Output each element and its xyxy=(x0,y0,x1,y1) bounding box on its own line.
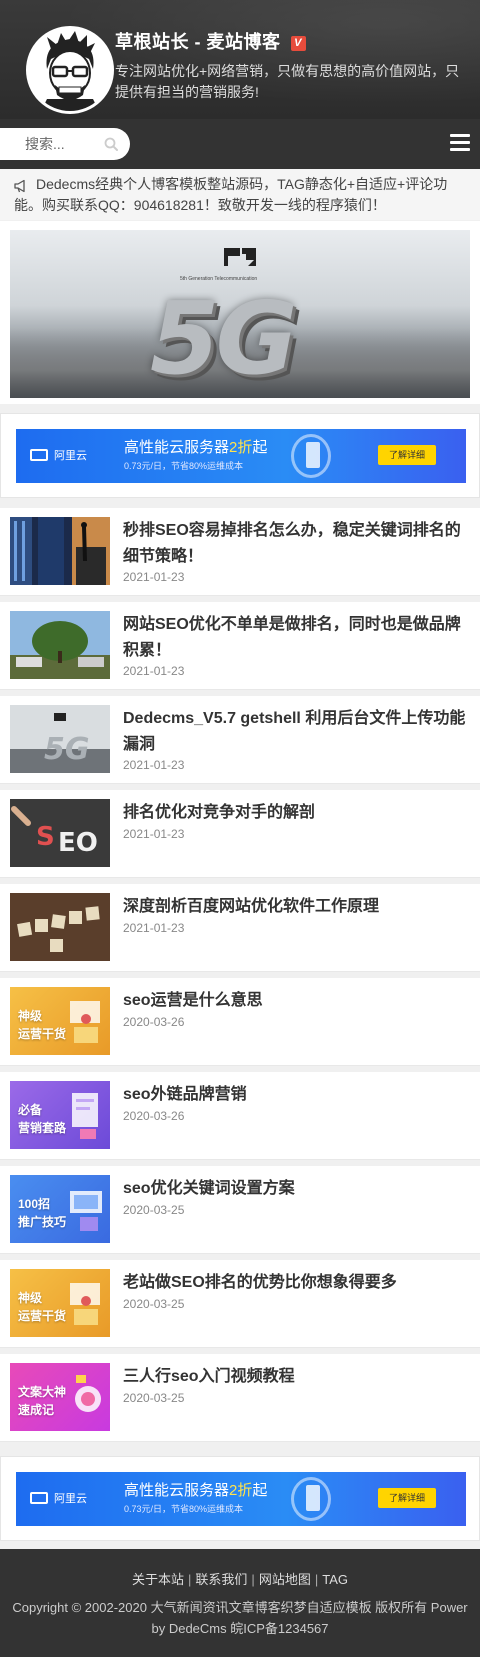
ad-subtitle: 0.73元/日，节省80%运维成本 xyxy=(124,1504,244,1514)
article-title[interactable]: 三人行seo入门视频教程 xyxy=(123,1364,468,1390)
thumbnail-label: 文案大神 速成记 xyxy=(18,1385,67,1417)
site-title[interactable]: 草根站长 - 麦站博客 V xyxy=(115,28,306,54)
thumbnail-label: 100招 推广技巧 xyxy=(18,1197,67,1229)
article-title[interactable]: seo外链品牌营销 xyxy=(123,1082,468,1108)
thumbnail-label: 必备 营销套路 xyxy=(18,1103,67,1135)
footer-separator: | xyxy=(188,1572,192,1587)
footer-separator: | xyxy=(251,1572,255,1587)
article-item[interactable]: 神级 运营干货 老站做SEO排名的优势比你想象得要多 2020-03-25 xyxy=(0,1260,480,1348)
article-thumbnail[interactable] xyxy=(10,893,110,961)
ad-learn-more-button[interactable]: 了解详细 xyxy=(378,445,436,465)
ad-card-top: 阿里云 高性能云服务器2折起 0.73元/日，节省80%运维成本 了解详细 xyxy=(0,413,480,498)
footer-link-about[interactable]: 关于本站 xyxy=(132,1572,184,1587)
banner-5g-text: 5G xyxy=(150,280,298,397)
article-thumbnail[interactable]: 100招 推广技巧 xyxy=(10,1175,110,1243)
banner-section: 5th Generation Telecommunication 5G xyxy=(0,221,480,404)
article-thumbnail[interactable]: 文案大神 速成记 xyxy=(10,1363,110,1431)
announcement-text[interactable]: Dedecms经典个人博客模板整站源码，TAG静态化+自适应+评论功能。购买联系… xyxy=(14,174,466,216)
article-item[interactable]: S EO 排名优化对竞争对手的解剖 2021-01-23 xyxy=(0,790,480,878)
ad-title: 高性能云服务器2折起 xyxy=(124,439,268,456)
svg-text:5G: 5G xyxy=(44,732,90,767)
ad-subtitle: 0.73元/日，节省80%运维成本 xyxy=(124,461,244,471)
aliyun-ad-banner[interactable]: 阿里云 高性能云服务器2折起 0.73元/日，节省80%运维成本 了解详细 xyxy=(16,1472,466,1526)
announcement-bar: Dedecms经典个人博客模板整站源码，TAG静态化+自适应+评论功能。购买联系… xyxy=(0,169,480,220)
ad-learn-more-button[interactable]: 了解详细 xyxy=(378,1488,436,1508)
ad-title: 高性能云服务器2折起 xyxy=(124,1482,268,1499)
article-item[interactable]: 网站SEO优化不单单是做排名，同时也是做品牌积累！ 2021-01-23 xyxy=(0,602,480,690)
article-date: 2021-01-23 xyxy=(123,758,185,772)
article-date: 2021-01-23 xyxy=(123,921,185,935)
article-title[interactable]: seo优化关键词设置方案 xyxy=(123,1176,468,1202)
footer-links: 关于本站 | 联系我们 | 网站地图 | TAG xyxy=(0,1569,480,1588)
thumbnail-label: 神级 运营干货 xyxy=(18,1009,67,1041)
banner-logo-icon xyxy=(224,248,256,266)
aliyun-logo-icon xyxy=(30,449,48,461)
article-title[interactable]: 排名优化对竞争对手的解剖 xyxy=(123,800,468,826)
article-item[interactable]: 秒排SEO容易掉排名怎么办，稳定关键词排名的细节策略！ 2021-01-23 xyxy=(0,508,480,596)
thumbnail-label: 神级 运营干货 xyxy=(18,1291,67,1323)
article-title[interactable]: 老站做SEO排名的优势比你想象得要多 xyxy=(123,1270,468,1296)
ad-brand: 阿里云 xyxy=(54,1493,87,1505)
article-thumbnail[interactable]: S EO xyxy=(10,799,110,867)
article-title[interactable]: seo运营是什么意思 xyxy=(123,988,468,1014)
article-item[interactable]: 100招 推广技巧 seo优化关键词设置方案 2020-03-25 xyxy=(0,1166,480,1254)
site-description: 专注网站优化+网络营销，只做有思想的高价值网站，只提供有担当的营销服务! xyxy=(115,63,460,100)
article-date: 2021-01-23 xyxy=(123,664,185,678)
aliyun-logo-icon xyxy=(30,1492,48,1504)
article-date: 2020-03-26 xyxy=(123,1109,185,1123)
svg-text:EO: EO xyxy=(58,828,98,858)
hamburger-menu-icon[interactable] xyxy=(450,134,470,152)
search-bar xyxy=(0,119,480,169)
article-thumbnail[interactable] xyxy=(10,517,110,585)
search-box xyxy=(0,128,130,160)
footer-link-tag[interactable]: TAG xyxy=(322,1572,348,1587)
article-thumbnail[interactable]: 神级 运营干货 xyxy=(10,987,110,1055)
footer-link-sitemap[interactable]: 网站地图 xyxy=(259,1572,311,1587)
article-title[interactable]: 网站SEO优化不单单是做排名，同时也是做品牌积累！ xyxy=(123,612,468,664)
article-item[interactable]: 5G Dedecms_V5.7 getshell 利用后台文件上传功能漏洞 20… xyxy=(0,696,480,784)
server-icon xyxy=(306,1485,320,1511)
svg-text:S: S xyxy=(36,822,55,852)
article-thumbnail[interactable]: 神级 运营干货 xyxy=(10,1269,110,1337)
site-title-text: 草根站长 - 麦站博客 xyxy=(115,32,281,52)
server-icon xyxy=(306,442,320,468)
article-title[interactable]: Dedecms_V5.7 getshell 利用后台文件上传功能漏洞 xyxy=(123,706,468,758)
avatar[interactable] xyxy=(26,26,114,114)
article-thumbnail[interactable]: 5G xyxy=(10,705,110,773)
article-title[interactable]: 秒排SEO容易掉排名怎么办，稳定关键词排名的细节策略！ xyxy=(123,518,468,570)
verified-badge: V xyxy=(290,36,306,51)
article-date: 2021-01-23 xyxy=(123,827,185,841)
article-item[interactable]: 必备 营销套路 seo外链品牌营销 2020-03-26 xyxy=(0,1072,480,1160)
search-icon[interactable] xyxy=(104,137,118,151)
article-thumbnail[interactable] xyxy=(10,611,110,679)
article-date: 2020-03-25 xyxy=(123,1391,185,1405)
footer-copyright: Copyright © 2002-2020 大气新闻资讯文章博客织梦自适应模板 … xyxy=(12,1600,468,1636)
ad-card-bottom: 阿里云 高性能云服务器2折起 0.73元/日，节省80%运维成本 了解详细 xyxy=(0,1456,480,1541)
avatar-illustration xyxy=(29,29,111,111)
article-date: 2020-03-25 xyxy=(123,1203,185,1217)
article-item[interactable]: 神级 运营干货 seo运营是什么意思 2020-03-26 xyxy=(0,978,480,1066)
footer-separator: | xyxy=(314,1572,319,1587)
footer-link-contact[interactable]: 联系我们 xyxy=(195,1572,247,1587)
article-date: 2021-01-23 xyxy=(123,570,185,584)
article-date: 2020-03-26 xyxy=(123,1015,185,1029)
search-input[interactable] xyxy=(25,135,97,153)
article-thumbnail[interactable]: 必备 营销套路 xyxy=(10,1081,110,1149)
article-item[interactable]: 深度剖析百度网站优化软件工作原理 2021-01-23 xyxy=(0,884,480,972)
article-date: 2020-03-25 xyxy=(123,1297,185,1311)
ad-brand: 阿里云 xyxy=(54,450,87,462)
site-header: 草根站长 - 麦站博客 V 专注网站优化+网络营销，只做有思想的高价值网站，只提供… xyxy=(0,0,480,119)
article-title[interactable]: 深度剖析百度网站优化软件工作原理 xyxy=(123,894,468,920)
aliyun-ad-banner[interactable]: 阿里云 高性能云服务器2折起 0.73元/日，节省80%运维成本 了解详细 xyxy=(16,429,466,483)
article-item[interactable]: 文案大神 速成记 三人行seo入门视频教程 2020-03-25 xyxy=(0,1354,480,1442)
banner-image[interactable]: 5th Generation Telecommunication 5G xyxy=(10,230,470,398)
site-footer: 关于本站 | 联系我们 | 网站地图 | TAG Copyright © 2002-2020… xyxy=(0,1549,480,1657)
